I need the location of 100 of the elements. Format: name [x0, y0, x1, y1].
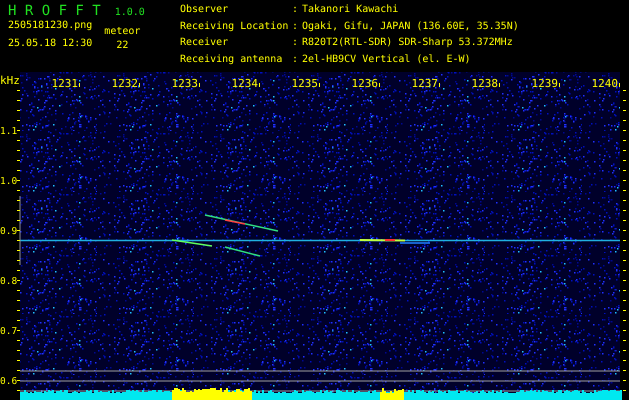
- x-tick-mark: [259, 83, 260, 87]
- y-tick-mark: [623, 120, 626, 121]
- y-tick-mark: [17, 190, 20, 191]
- y-tick-mark: [17, 230, 20, 231]
- info-label: Receiving Location: [180, 20, 290, 34]
- y-tick-mark: [623, 110, 626, 111]
- y-tick-mark: [17, 380, 20, 381]
- y-tick-label: 0.7: [0, 326, 18, 337]
- info-value: Ogaki, Gifu, JAPAN (136.60E, 35.35N): [302, 20, 519, 34]
- info-label: Receiver: [180, 37, 230, 50]
- y-tick-mark: [17, 130, 20, 131]
- x-tick-mark: [139, 83, 140, 87]
- y-tick-mark: [623, 390, 626, 391]
- y-tick-mark: [17, 290, 20, 291]
- y-tick-mark: [623, 210, 626, 211]
- y-tick-label: 0.8: [0, 276, 18, 287]
- y-tick-mark: [623, 140, 626, 141]
- y-tick-mark: [623, 370, 626, 371]
- y-tick-mark: [623, 100, 626, 101]
- version-label: 1.0.0: [114, 7, 145, 18]
- y-tick-mark: [17, 200, 20, 201]
- date-time: 25.05.18 12:30: [8, 38, 92, 50]
- x-tick-mark: [79, 83, 80, 87]
- x-tick-label: 1233: [172, 77, 198, 90]
- y-tick-mark: [17, 260, 20, 261]
- y-tick-label: 0.6: [0, 376, 18, 387]
- info-colon: :: [292, 4, 300, 17]
- y-tick-mark: [623, 240, 626, 241]
- y-tick-mark: [17, 210, 20, 211]
- info-value: 2el-HB9CV Vertical (el. E-W): [302, 54, 472, 66]
- y-tick-mark: [17, 140, 20, 141]
- info-colon: :: [292, 20, 300, 34]
- y-tick-mark: [623, 280, 626, 281]
- y-tick-mark: [623, 360, 626, 361]
- meteor-count: 22: [116, 40, 128, 52]
- y-tick-mark: [17, 250, 20, 251]
- y-tick-mark: [17, 340, 20, 341]
- y-tick-mark: [623, 320, 626, 321]
- info-label: Receiving antenna: [180, 54, 284, 66]
- y-tick-mark: [623, 270, 626, 271]
- y-tick-mark: [623, 200, 626, 201]
- y-unit-label: kHz: [0, 74, 20, 87]
- y-tick-mark: [17, 220, 20, 221]
- y-tick-label: 0.9: [0, 226, 18, 237]
- y-tick-mark: [623, 300, 626, 301]
- y-tick-mark: [623, 260, 626, 261]
- x-tick-label: 1236: [352, 77, 378, 90]
- y-tick-mark: [17, 180, 20, 181]
- file-name: 2505181230.png: [8, 20, 92, 32]
- info-colon: :: [292, 54, 300, 66]
- x-tick-mark: [439, 83, 440, 87]
- info-value: Takanori Kawachi: [302, 4, 400, 17]
- info-label: Observer: [180, 4, 230, 17]
- y-tick-mark: [623, 160, 626, 161]
- y-tick-mark: [17, 310, 20, 311]
- x-tick-label: 1234: [232, 77, 258, 90]
- y-tick-mark: [623, 220, 626, 221]
- y-tick-mark: [623, 190, 626, 191]
- y-tick-mark: [623, 330, 626, 331]
- y-tick-mark: [17, 280, 20, 281]
- x-tick-label: 1238: [472, 77, 498, 90]
- y-tick-mark: [17, 150, 20, 151]
- x-tick-mark: [559, 83, 560, 87]
- y-tick-mark: [17, 170, 20, 171]
- y-tick-mark: [623, 250, 626, 251]
- y-tick-mark: [17, 350, 20, 351]
- y-tick-mark: [17, 360, 20, 361]
- y-tick-mark: [623, 90, 626, 91]
- y-tick-mark: [17, 110, 20, 111]
- y-tick-mark: [17, 330, 20, 331]
- x-tick-mark: [199, 83, 200, 87]
- y-tick-mark: [17, 120, 20, 121]
- y-tick-mark: [623, 310, 626, 311]
- y-tick-label: 1.1: [0, 126, 18, 137]
- x-tick-label: 1232: [112, 77, 138, 90]
- x-tick-mark: [379, 83, 380, 87]
- y-tick-mark: [623, 380, 626, 381]
- y-tick-mark: [623, 350, 626, 351]
- y-tick-mark: [17, 370, 20, 371]
- y-tick-mark: [17, 390, 20, 391]
- app-title: H R O F F T: [8, 3, 101, 19]
- x-tick-mark: [499, 83, 500, 87]
- x-tick-label: 1239: [532, 77, 558, 90]
- y-tick-mark: [623, 170, 626, 171]
- y-tick-label: 1.0: [0, 176, 18, 187]
- y-tick-mark: [623, 340, 626, 341]
- y-tick-mark: [623, 230, 626, 231]
- x-tick-label: 1240: [592, 77, 618, 90]
- count-label: meteor: [104, 26, 140, 38]
- x-tick-label: 1231: [52, 77, 78, 90]
- info-colon: :: [292, 37, 300, 50]
- y-tick-mark: [17, 300, 20, 301]
- x-tick-mark: [319, 83, 320, 87]
- y-tick-mark: [17, 320, 20, 321]
- x-tick-label: 1235: [292, 77, 318, 90]
- y-tick-mark: [623, 290, 626, 291]
- y-tick-mark: [17, 160, 20, 161]
- y-tick-mark: [17, 270, 20, 271]
- y-tick-mark: [17, 90, 20, 91]
- y-tick-mark: [17, 100, 20, 101]
